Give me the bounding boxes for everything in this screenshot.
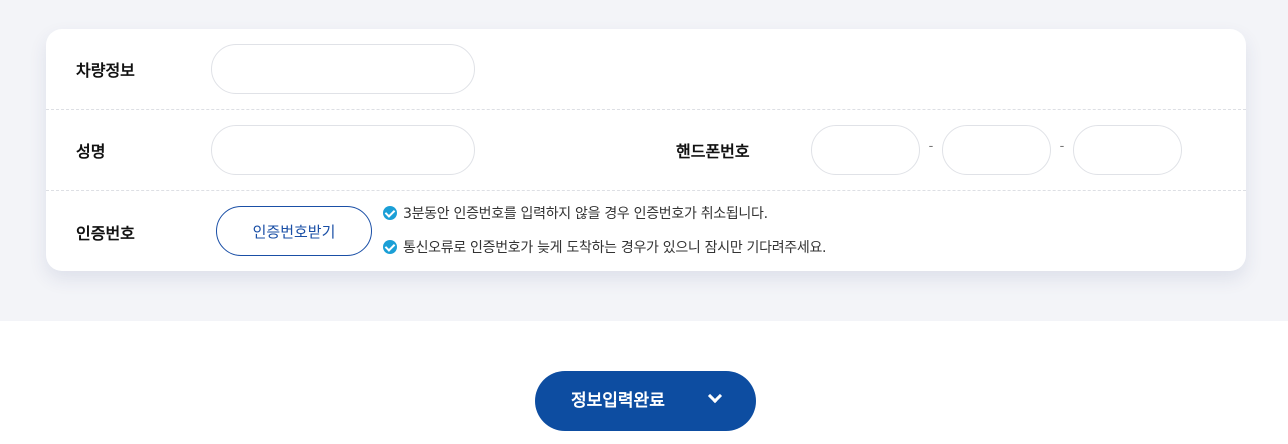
phone-part-1-input[interactable]	[811, 125, 920, 175]
verification-label: 인증번호	[76, 224, 135, 243]
phone-part-3-input[interactable]	[1073, 125, 1182, 175]
verification-row: 인증번호 인증번호받기 3분동안 인증번호를 입력하지 않을 경우 인증번호가 …	[46, 191, 1246, 271]
chevron-down-icon	[707, 388, 723, 404]
request-verification-button[interactable]: 인증번호받기	[216, 206, 372, 256]
info-form-card: 차량정보 성명 핸드폰번호 - - 인증번호 인증번호받기 3분동안 인증번호를…	[46, 29, 1246, 271]
phone-part-2-input[interactable]	[942, 125, 1051, 175]
name-label: 성명	[76, 142, 106, 161]
name-phone-row: 성명 핸드폰번호 - -	[46, 110, 1246, 191]
notice-text: 통신오류로 인증번호가 늦게 도착하는 경우가 있으니 잠시만 기다려주세요.	[403, 240, 827, 256]
phone-label: 핸드폰번호	[676, 142, 750, 161]
notice-text: 3분동안 인증번호를 입력하지 않을 경우 인증번호가 취소됩니다.	[403, 206, 768, 222]
notice-item: 3분동안 인증번호를 입력하지 않을 경우 인증번호가 취소됩니다.	[383, 203, 768, 223]
submit-label: 정보입력완료	[571, 391, 665, 411]
check-circle-icon	[383, 240, 397, 254]
vehicle-row: 차량정보	[46, 29, 1246, 110]
vehicle-input[interactable]	[211, 44, 475, 94]
submit-info-button[interactable]: 정보입력완료	[535, 371, 756, 431]
notice-item: 통신오류로 인증번호가 늦게 도착하는 경우가 있으니 잠시만 기다려주세요.	[383, 237, 826, 257]
vehicle-label: 차량정보	[76, 61, 135, 80]
name-input[interactable]	[211, 125, 475, 175]
phone-separator: -	[928, 139, 934, 154]
phone-separator: -	[1059, 139, 1065, 154]
check-circle-icon	[383, 206, 397, 220]
